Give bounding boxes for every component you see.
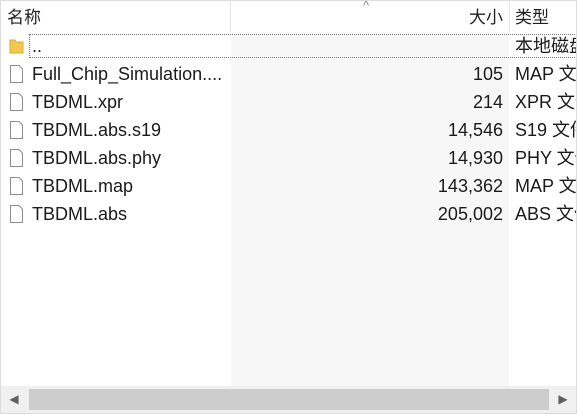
- column-header-type[interactable]: 类型: [510, 1, 576, 32]
- file-name: TBDML.xpr: [32, 92, 124, 112]
- scrollbar-thumb[interactable]: [29, 389, 549, 410]
- file-type: PHY 文件: [515, 148, 576, 168]
- file-name: ..: [32, 36, 43, 56]
- file-size: [231, 32, 503, 60]
- list-item[interactable]: Full_Chip_Simulation.... 105 MAP 文件: [1, 60, 576, 88]
- folder-icon: [9, 37, 24, 55]
- file-name: TBDML.abs: [32, 204, 128, 224]
- file-type: XPR 文件: [515, 92, 576, 112]
- file-list-view: 名称 大小 ^ 类型 .. 本地磁盘 Full_Chip_Simulation.…: [0, 0, 577, 414]
- list-item[interactable]: TBDML.abs.s19 14,546 S19 文件: [1, 116, 576, 144]
- column-header-name[interactable]: 名称: [1, 1, 230, 32]
- file-icon: [9, 93, 24, 111]
- column-header-row: 名称 大小 ^ 类型: [1, 1, 576, 32]
- list-item[interactable]: TBDML.abs.phy 14,930 PHY 文件: [1, 144, 576, 172]
- sort-ascending-icon: ^: [363, 0, 370, 13]
- file-size: 14,930: [447, 148, 503, 168]
- list-item[interactable]: TBDML.xpr 214 XPR 文件: [1, 88, 576, 116]
- file-size: 14,546: [447, 120, 503, 140]
- file-icon: [9, 121, 24, 139]
- file-size: 105: [472, 64, 503, 84]
- file-type: S19 文件: [515, 120, 576, 140]
- list-item-parent-folder[interactable]: .. 本地磁盘: [1, 32, 576, 60]
- file-type: ABS 文件: [515, 204, 576, 224]
- file-rows: .. 本地磁盘 Full_Chip_Simulation.... 105 MAP…: [1, 32, 576, 228]
- file-name: TBDML.abs.s19: [32, 120, 162, 140]
- file-size: 205,002: [437, 204, 503, 224]
- file-name: Full_Chip_Simulation....: [32, 64, 223, 84]
- file-type: MAP 文件: [515, 176, 577, 196]
- file-icon: [9, 149, 24, 167]
- file-icon: [9, 65, 24, 83]
- list-item[interactable]: TBDML.map 143,362 MAP 文件: [1, 172, 576, 200]
- list-item[interactable]: TBDML.abs 205,002 ABS 文件: [1, 200, 576, 228]
- scroll-left-button[interactable]: ◀: [1, 386, 27, 413]
- file-icon: [9, 205, 24, 223]
- file-name: TBDML.abs.phy: [32, 148, 162, 168]
- file-size: 214: [472, 92, 503, 112]
- file-icon: [9, 177, 24, 195]
- file-size: 143,362: [437, 176, 503, 196]
- file-type: MAP 文件: [515, 64, 577, 84]
- file-type: 本地磁盘: [515, 36, 576, 56]
- horizontal-scrollbar[interactable]: ◀ ▶: [1, 386, 576, 413]
- file-name: TBDML.map: [32, 176, 134, 196]
- column-header-size[interactable]: 大小: [231, 1, 509, 32]
- scroll-right-button[interactable]: ▶: [550, 386, 576, 413]
